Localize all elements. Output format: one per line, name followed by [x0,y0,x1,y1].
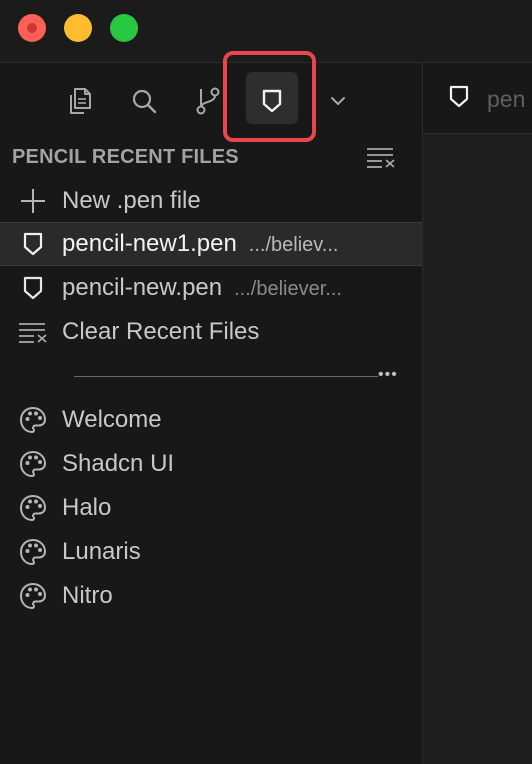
example-nitro[interactable]: Nitro [0,574,422,618]
recent-file-name: pencil-new.pen [62,274,223,301]
palette-icon [18,537,48,567]
recent-file-path: .../believ... [248,234,339,256]
recent-file-label: pencil-new1.pen .../believ... [62,230,338,258]
recent-file-path: .../believer... [234,278,342,300]
pen-file-icon [18,229,48,259]
example-label: Halo [62,494,112,521]
example-shadcn-ui[interactable]: Shadcn UI [0,442,422,486]
example-lunaris[interactable]: Lunaris [0,530,422,574]
more-icon[interactable]: ••• [378,366,398,384]
palette-icon [18,405,48,435]
source-control-icon[interactable] [192,85,224,117]
pen-file-icon [448,85,470,109]
app-window: PENCIL RECENT FILES New .pen file pencil… [0,0,532,764]
files-icon[interactable] [64,85,96,117]
clear-list-icon [18,317,48,347]
clear-recent-files-item[interactable]: Clear Recent Files [0,310,422,354]
recent-file-item[interactable]: pencil-new.pen .../believer... [0,266,422,310]
close-window-button[interactable] [18,14,46,42]
recent-file-label: pencil-new.pen .../believer... [62,274,342,302]
editor-area: pen [423,63,532,764]
recent-file-item[interactable]: pencil-new1.pen .../believ... [0,222,422,266]
example-halo[interactable]: Halo [0,486,422,530]
separator [74,376,378,377]
example-label: Shadcn UI [62,450,175,477]
example-label: Lunaris [62,538,141,565]
palette-icon [18,581,48,611]
pencil-icon[interactable] [256,85,288,117]
zoom-window-button[interactable] [110,14,138,42]
title-bar [0,0,532,63]
new-pen-file-label: New .pen file [62,187,201,214]
plus-icon [18,186,48,216]
chevron-down-icon[interactable] [322,85,354,117]
clear-list-icon[interactable] [366,146,396,168]
palette-icon [18,449,48,479]
example-label: Welcome [62,406,162,433]
example-label: Nitro [62,582,113,609]
sidebar: PENCIL RECENT FILES New .pen file pencil… [0,51,423,764]
recent-file-name: pencil-new1.pen [62,230,237,257]
tab-bar: pen [423,63,532,134]
clear-recent-files-label: Clear Recent Files [62,318,260,345]
section-title: PENCIL RECENT FILES [12,146,239,168]
search-icon[interactable] [128,85,160,117]
editor-tab[interactable]: pen [487,86,525,113]
example-welcome[interactable]: Welcome [0,398,422,442]
palette-icon [18,493,48,523]
minimize-window-button[interactable] [64,14,92,42]
new-pen-file-item[interactable]: New .pen file [0,179,422,223]
pen-file-icon [18,273,48,303]
